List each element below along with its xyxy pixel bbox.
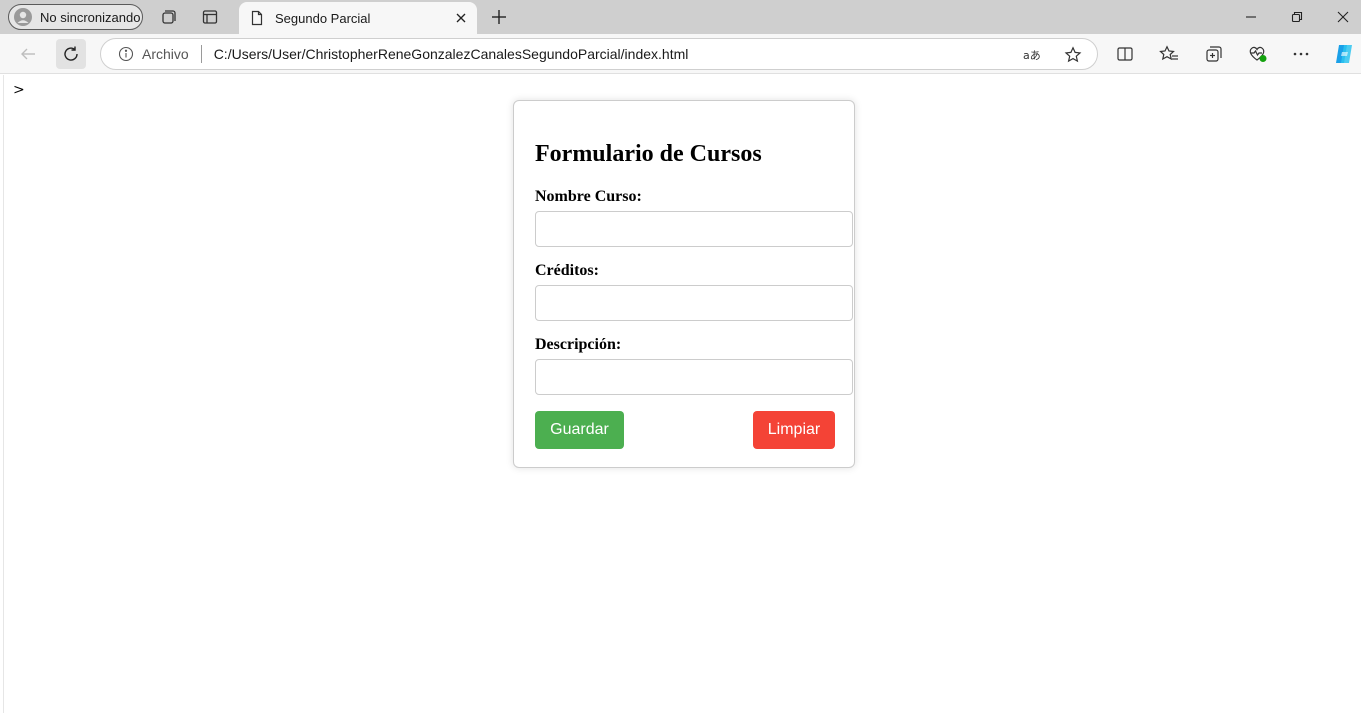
refresh-icon[interactable] — [56, 39, 86, 69]
plus-icon[interactable] — [489, 7, 509, 27]
browser-toolbar: Archivo C:/Users/User/ChristopherReneGon… — [0, 34, 1361, 74]
split-screen-icon[interactable] — [1115, 44, 1135, 64]
tab-title: Segundo Parcial — [275, 10, 371, 26]
close-icon[interactable] — [453, 10, 469, 26]
copilot-icon[interactable] — [1332, 42, 1356, 66]
course-name-input[interactable] — [535, 211, 853, 247]
profile-avatar-icon — [14, 8, 32, 26]
stray-text: > — [13, 82, 25, 98]
heart-pulse-icon[interactable] — [1248, 44, 1268, 64]
clear-button[interactable]: Limpiar — [753, 411, 835, 449]
more-icon[interactable] — [1291, 44, 1311, 64]
description-label: Descripción: — [535, 336, 622, 353]
workspaces-icon[interactable] — [159, 7, 179, 27]
collections-icon[interactable] — [1204, 44, 1224, 64]
document-icon — [251, 10, 263, 26]
tab-actions-icon[interactable] — [200, 7, 220, 27]
address-separator — [200, 45, 202, 63]
star-icon[interactable] — [1063, 45, 1083, 65]
origin-label: Archivo — [142, 46, 189, 62]
credits-input[interactable] — [535, 285, 853, 321]
save-button[interactable]: Guardar — [535, 411, 624, 449]
read-aloud-icon[interactable]: aあ — [1023, 45, 1043, 65]
svg-text:aあ: aあ — [1023, 49, 1041, 62]
form-title: Formulario de Cursos — [535, 141, 762, 167]
profile-button[interactable]: No sincronizando — [8, 4, 143, 30]
page-content: > Formulario de Cursos Nombre Curso: Cré… — [3, 75, 1361, 713]
course-form-card: Formulario de Cursos Nombre Curso: Crédi… — [513, 100, 855, 468]
tab-bar: No sincronizando Segundo Parcial — [0, 0, 1361, 34]
profile-label: No sincronizando — [40, 9, 141, 25]
tab-segundo-parcial[interactable]: Segundo Parcial — [239, 2, 477, 34]
url-text[interactable]: C:/Users/User/ChristopherReneGonzalezCan… — [214, 46, 689, 62]
course-name-label: Nombre Curso: — [535, 188, 642, 205]
restore-icon[interactable] — [1287, 7, 1307, 27]
description-input[interactable] — [535, 359, 853, 395]
close-window-icon[interactable] — [1333, 7, 1353, 27]
credits-label: Créditos: — [535, 262, 599, 279]
back-arrow-icon[interactable] — [13, 39, 43, 69]
favorites-icon[interactable] — [1159, 44, 1179, 64]
address-bar[interactable]: Archivo C:/Users/User/ChristopherReneGon… — [100, 38, 1098, 70]
minimize-icon[interactable] — [1241, 7, 1261, 27]
info-icon[interactable] — [118, 46, 134, 62]
